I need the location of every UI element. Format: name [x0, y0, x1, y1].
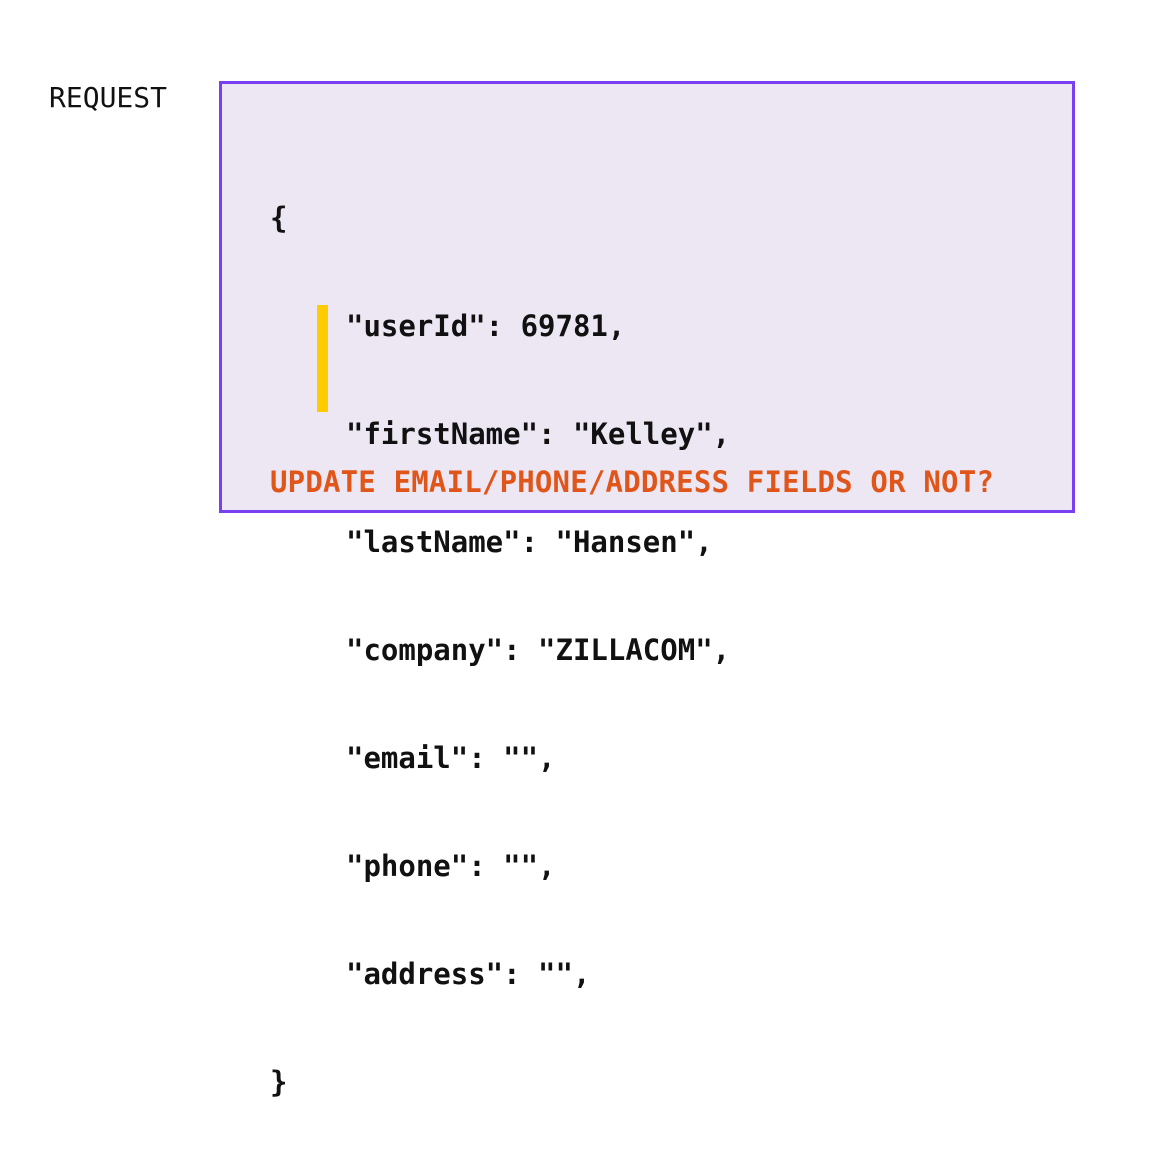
code-line-phone: "phone": "",	[346, 849, 556, 883]
open-brace: {	[270, 201, 288, 235]
code-line-address: "address": "",	[346, 957, 591, 991]
code-line-userid: "userId": 69781,	[346, 309, 626, 343]
json-code-block: { "userId": 69781, "firstName": "Kelley"…	[270, 128, 730, 1172]
code-line-email: "email": "",	[346, 741, 556, 775]
request-code-box: { "userId": 69781, "firstName": "Kelley"…	[219, 81, 1075, 1099]
close-brace: }	[270, 1065, 288, 1099]
update-question: UPDATE EMAIL/PHONE/ADDRESS FIELDS OR NOT…	[270, 465, 995, 499]
code-line-firstname: "firstName": "Kelley",	[346, 417, 731, 451]
code-line-lastname: "lastName": "Hansen",	[346, 525, 713, 559]
code-line-company: "company": "ZILLACOM",	[346, 633, 731, 667]
request-label: REQUEST	[49, 81, 168, 114]
